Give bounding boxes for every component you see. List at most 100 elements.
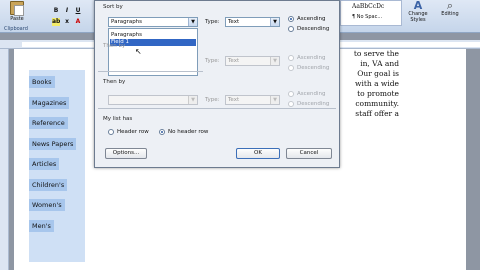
style-sample: AaBbCcDc — [352, 3, 385, 10]
mouse-pointer-icon: ↖ — [135, 47, 142, 56]
sort-by-value: Paragraphs — [111, 19, 143, 25]
text-line: to serve the — [353, 49, 399, 58]
type-value-2: Text — [228, 58, 240, 64]
then-by-select[interactable]: ▼ — [108, 95, 198, 105]
chevron-down-icon[interactable]: ▼ — [270, 57, 279, 65]
type-select-3[interactable]: Text ▼ — [225, 95, 280, 105]
sort-text-dialog: Sort by Paragraphs ▼ Type: Text ▼ Ascend… — [94, 0, 340, 168]
options-button[interactable]: Options... — [105, 148, 147, 159]
clipboard-group-label: Clipboard — [4, 26, 28, 32]
descending-radio-3[interactable]: Descending — [288, 101, 329, 107]
chevron-down-icon[interactable]: ▼ — [188, 18, 197, 26]
font-tools: B I U ab x A — [34, 3, 92, 26]
chevron-down-icon[interactable]: ▼ — [270, 96, 279, 104]
change-styles-button[interactable]: A Change Styles — [403, 0, 433, 28]
list-item[interactable]: Women's — [29, 196, 84, 217]
radio-dot — [288, 55, 294, 61]
styles-gallery[interactable]: AaBbCcDc ¶ No Spac... — [340, 0, 402, 26]
type-value: Text — [228, 19, 240, 25]
body-text[interactable]: to serve the in, VA and Our goal is with… — [337, 49, 399, 119]
text-line: community. — [355, 99, 399, 108]
radio-dot — [159, 129, 165, 135]
style-name: ¶ No Spac... — [352, 14, 383, 20]
cancel-button[interactable]: Cancel — [286, 148, 332, 159]
list-item[interactable]: Reference — [29, 114, 84, 135]
list-item-text: Reference — [29, 117, 68, 129]
list-item[interactable]: Magazines — [29, 94, 84, 115]
underline-button[interactable]: U — [74, 7, 82, 15]
list-item-text: Magazines — [29, 96, 70, 109]
header-row-label: Header row — [117, 129, 149, 135]
sort-by-dropdown-list[interactable]: Paragraphs Field 1 — [108, 28, 198, 76]
list-item-text: News Papers — [29, 137, 77, 150]
list-item[interactable]: Men's — [29, 217, 84, 238]
option-paragraphs[interactable]: Paragraphs — [110, 32, 196, 39]
descending-label-3: Descending — [297, 101, 330, 107]
header-row-radio[interactable]: Header row — [108, 129, 149, 135]
text-line: in, VA and — [360, 59, 399, 68]
ascending-label-3: Ascending — [297, 91, 326, 97]
divider — [98, 108, 336, 109]
ascending-label-2: Ascending — [297, 55, 326, 61]
list-has-label: My list has — [103, 116, 133, 122]
radio-dot — [108, 129, 114, 135]
descending-radio-2[interactable]: Descending — [288, 65, 329, 71]
bold-button[interactable]: B — [52, 7, 60, 15]
ok-button[interactable]: OK — [236, 148, 280, 159]
type-value-3: Text — [228, 97, 240, 103]
italic-button[interactable]: I — [63, 7, 71, 15]
type-label: Type: — [205, 19, 220, 25]
text-line: staff offer a — [355, 109, 399, 118]
descending-label-2: Descending — [297, 65, 330, 71]
list-item-text: Books — [29, 76, 55, 88]
type-select-2[interactable]: Text ▼ — [225, 56, 280, 66]
radio-dot — [288, 65, 294, 71]
list-item[interactable]: Articles — [29, 155, 84, 176]
type-label-3: Type: — [205, 97, 220, 103]
font-color-button[interactable]: A — [74, 18, 82, 26]
type-label-2: Type: — [205, 58, 220, 64]
text-line: Our goal is — [357, 69, 399, 78]
ascending-radio-2[interactable]: Ascending — [288, 55, 326, 61]
text-line: to promote — [357, 89, 399, 98]
then-by-label-2: Then by — [103, 79, 126, 85]
paste-button[interactable]: Paste — [6, 1, 28, 25]
selected-list[interactable]: Books Magazines Reference News Papers Ar… — [29, 73, 84, 237]
then-by-label-1: Then by — [103, 43, 126, 49]
radio-dot — [288, 26, 294, 32]
clipboard-icon — [10, 1, 24, 16]
list-item-text: Children's — [29, 178, 68, 191]
highlight-button[interactable]: ab — [52, 18, 60, 26]
list-item-text: Men's — [29, 219, 54, 232]
type-select[interactable]: Text ▼ — [225, 17, 280, 27]
subscript-button[interactable]: x — [63, 18, 71, 26]
list-item[interactable]: Children's — [29, 176, 84, 197]
list-item-text: Articles — [29, 158, 60, 170]
list-item[interactable]: News Papers — [29, 135, 84, 156]
radio-dot — [288, 91, 294, 97]
editing-button[interactable]: ⌕ Editing — [435, 0, 465, 28]
change-styles-icon: A — [413, 0, 423, 12]
list-item-text: Women's — [29, 199, 65, 211]
ascending-radio-1[interactable]: Ascending — [288, 16, 326, 22]
binoculars-icon: ⌕ — [446, 0, 454, 12]
no-header-row-radio[interactable]: No header row — [159, 129, 208, 135]
list-item[interactable]: Books — [29, 73, 84, 94]
paste-label: Paste — [10, 16, 24, 22]
chevron-down-icon[interactable]: ▼ — [270, 18, 279, 26]
editing-label: Editing — [441, 11, 459, 17]
divider — [98, 71, 203, 72]
chevron-down-icon[interactable]: ▼ — [188, 96, 197, 104]
ascending-label: Ascending — [297, 16, 326, 22]
vertical-ruler[interactable] — [0, 49, 9, 270]
descending-label: Descending — [297, 26, 330, 32]
descending-radio-1[interactable]: Descending — [288, 26, 329, 32]
change-styles-label: Change Styles — [408, 11, 428, 23]
no-header-row-label: No header row — [168, 129, 209, 135]
ascending-radio-3[interactable]: Ascending — [288, 91, 326, 97]
radio-dot — [288, 16, 294, 22]
sort-by-select[interactable]: Paragraphs ▼ — [108, 17, 198, 27]
text-line: with a wide — [355, 79, 399, 88]
sort-by-label: Sort by — [103, 4, 123, 10]
radio-dot — [288, 101, 294, 107]
